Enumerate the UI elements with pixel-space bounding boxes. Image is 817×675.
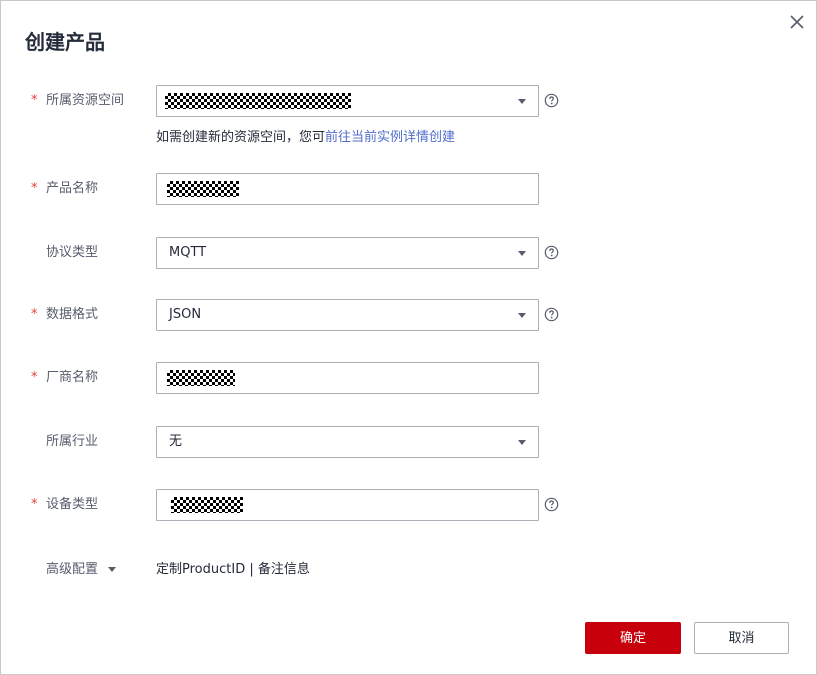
data-format-select[interactable]: JSON bbox=[156, 299, 539, 331]
required-mark: * bbox=[31, 370, 38, 385]
question-circle-icon[interactable] bbox=[544, 307, 559, 322]
question-circle-icon[interactable] bbox=[544, 93, 559, 108]
manufacturer-input[interactable] bbox=[156, 362, 539, 394]
resource-space-hint: 如需创建新的资源空间，您可前往当前实例详情创建 bbox=[156, 130, 456, 145]
protocol-value: MQTT bbox=[169, 245, 207, 260]
chevron-down-icon bbox=[518, 440, 526, 445]
row-device-type: * 设备类型 bbox=[1, 489, 816, 521]
row-industry: 所属行业 无 bbox=[1, 426, 816, 458]
chevron-down-icon bbox=[518, 251, 526, 256]
industry-select[interactable]: 无 bbox=[156, 426, 539, 458]
row-resource-space: * 所属资源空间 bbox=[1, 85, 816, 117]
close-icon[interactable] bbox=[787, 12, 807, 32]
advanced-config-toggle[interactable]: 高级配置 bbox=[46, 560, 117, 580]
row-data-format: * 数据格式 JSON bbox=[1, 299, 816, 331]
redacted-value bbox=[171, 497, 243, 513]
cancel-button[interactable]: 取消 bbox=[694, 622, 789, 654]
data-format-value: JSON bbox=[169, 307, 202, 322]
chevron-down-icon bbox=[518, 313, 526, 318]
redacted-value bbox=[165, 93, 351, 109]
row-product-name: * 产品名称 bbox=[1, 173, 816, 205]
required-mark: * bbox=[31, 181, 38, 196]
dialog-title: 创建产品 bbox=[25, 30, 105, 54]
device-type-input[interactable] bbox=[156, 489, 539, 521]
required-mark: * bbox=[31, 93, 38, 108]
industry-value: 无 bbox=[169, 434, 183, 449]
protocol-select[interactable]: MQTT bbox=[156, 237, 539, 269]
redacted-value bbox=[167, 181, 239, 197]
question-circle-icon[interactable] bbox=[544, 245, 559, 260]
confirm-button[interactable]: 确定 bbox=[585, 622, 681, 654]
required-mark: * bbox=[31, 497, 38, 512]
caret-down-icon bbox=[108, 567, 117, 572]
required-mark: * bbox=[31, 307, 38, 322]
chevron-down-icon bbox=[518, 99, 526, 104]
create-product-dialog: 创建产品 * 所属资源空间 如需创建新的资源空间，您可前往当前实例详情创建 * … bbox=[0, 0, 817, 675]
redacted-value bbox=[167, 370, 235, 386]
product-name-input[interactable] bbox=[156, 173, 539, 205]
row-protocol: 协议类型 MQTT bbox=[1, 237, 816, 269]
resource-space-select[interactable] bbox=[156, 85, 539, 117]
row-manufacturer: * 厂商名称 bbox=[1, 362, 816, 394]
question-circle-icon[interactable] bbox=[544, 497, 559, 512]
advanced-config-items: 定制ProductID | 备注信息 bbox=[156, 562, 310, 577]
instance-detail-link[interactable]: 前往当前实例详情创建 bbox=[325, 130, 455, 145]
